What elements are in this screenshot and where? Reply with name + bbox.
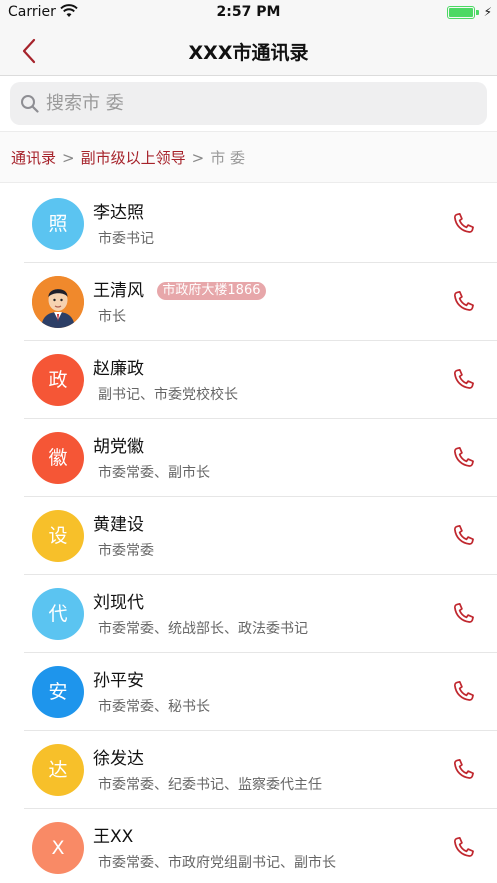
breadcrumb-item-leaders[interactable]: 副市级以上领导 (81, 149, 186, 167)
charging-icon: ⚡ (483, 5, 492, 19)
breadcrumb: 通讯录 > 副市级以上领导 > 市 委 (0, 131, 497, 183)
page-title: XXX市通讯录 (188, 42, 309, 64)
avatar: 达 (32, 744, 84, 796)
contact-row[interactable]: 设 黄建设 市委常委 (0, 497, 497, 575)
contact-title: 市委常委、纪委书记、监察委代主任 (98, 777, 322, 793)
contact-name: 胡党徽 (93, 437, 144, 457)
avatar: 政 (32, 354, 84, 406)
contact-name-line: 李达照 (93, 198, 144, 223)
contact-name: 李达照 (93, 203, 144, 223)
phone-icon[interactable] (450, 523, 476, 549)
avatar: 代 (32, 588, 84, 640)
contact-name: 黄建设 (93, 515, 144, 535)
battery-cap (476, 10, 479, 15)
breadcrumb-separator: > (62, 149, 75, 167)
contact-row[interactable]: 安 孙平安 市委常委、秘书长 (0, 653, 497, 731)
contact-title: 市长 (98, 309, 126, 325)
contact-row[interactable]: 徽 胡党徽 市委常委、副市长 (0, 419, 497, 497)
nav-bar: XXX市通讯录 (0, 26, 497, 76)
contact-row[interactable]: 王清风 市政府大楼1866 市长 (0, 263, 497, 341)
phone-icon[interactable] (450, 835, 476, 861)
contact-title: 市委常委 (98, 543, 154, 559)
search-box[interactable] (10, 82, 487, 125)
phone-icon[interactable] (450, 211, 476, 237)
contact-row[interactable]: X 王XX 市委常委、市政府党组副书记、副市长 (0, 809, 497, 883)
search-icon (21, 95, 39, 113)
contact-title: 市委书记 (98, 231, 154, 247)
breadcrumb-item-contacts[interactable]: 通讯录 (11, 149, 56, 167)
contact-name-line: 孙平安 (93, 666, 144, 691)
contact-list: 照 李达照 市委书记 王清风 市政府大楼1866 市长 政 赵廉政 副书记、市委… (0, 185, 497, 883)
breadcrumb-current: 市 委 (210, 149, 245, 167)
phone-icon[interactable] (450, 289, 476, 315)
avatar: X (32, 822, 84, 874)
contact-name: 王XX (93, 827, 134, 847)
phone-icon[interactable] (450, 757, 476, 783)
location-tag: 市政府大楼1866 (157, 282, 266, 300)
contact-title: 市委常委、市政府党组副书记、副市长 (98, 855, 336, 871)
avatar-photo (32, 276, 84, 328)
person-portrait-icon (32, 276, 84, 328)
contact-title: 市委常委、秘书长 (98, 699, 210, 715)
avatar: 照 (32, 198, 84, 250)
avatar: 安 (32, 666, 84, 718)
clock: 2:57 PM (216, 4, 281, 20)
contact-name-line: 徐发达 (93, 744, 144, 769)
contact-name-line: 王XX (93, 822, 133, 847)
status-bar: Carrier 2:57 PM ⚡ (0, 0, 497, 26)
contact-title: 市委常委、副市长 (98, 465, 210, 481)
breadcrumb-separator: > (191, 149, 205, 167)
phone-icon[interactable] (450, 601, 476, 627)
avatar: 设 (32, 510, 84, 562)
contact-row[interactable]: 代 刘现代 市委常委、统战部长、政法委书记 (0, 575, 497, 653)
search-area (0, 77, 497, 131)
contact-row[interactable]: 照 李达照 市委书记 (0, 185, 497, 263)
contact-name: 孙平安 (93, 671, 144, 691)
battery-icon (447, 6, 475, 19)
contact-name-line: 赵廉政 (93, 354, 144, 379)
contact-name: 徐发达 (93, 749, 144, 769)
contact-row[interactable]: 达 徐发达 市委常委、纪委书记、监察委代主任 (0, 731, 497, 809)
phone-icon[interactable] (450, 367, 476, 393)
search-input[interactable] (46, 89, 466, 117)
contact-title: 副书记、市委党校校长 (98, 387, 238, 403)
contact-name: 赵廉政 (93, 359, 144, 379)
contact-name: 王清风 (93, 281, 144, 301)
contact-name-line: 黄建设 (93, 510, 144, 535)
avatar: 徽 (32, 432, 84, 484)
phone-icon[interactable] (450, 679, 476, 705)
contact-name-line: 王清风 市政府大楼1866 (93, 276, 266, 301)
contact-name: 刘现代 (93, 593, 144, 613)
phone-icon[interactable] (450, 445, 476, 471)
contact-name-line: 刘现代 (93, 588, 144, 613)
contact-row[interactable]: 政 赵廉政 副书记、市委党校校长 (0, 341, 497, 419)
contact-title: 市委常委、统战部长、政法委书记 (98, 621, 308, 637)
contact-name-line: 胡党徽 (93, 432, 144, 457)
